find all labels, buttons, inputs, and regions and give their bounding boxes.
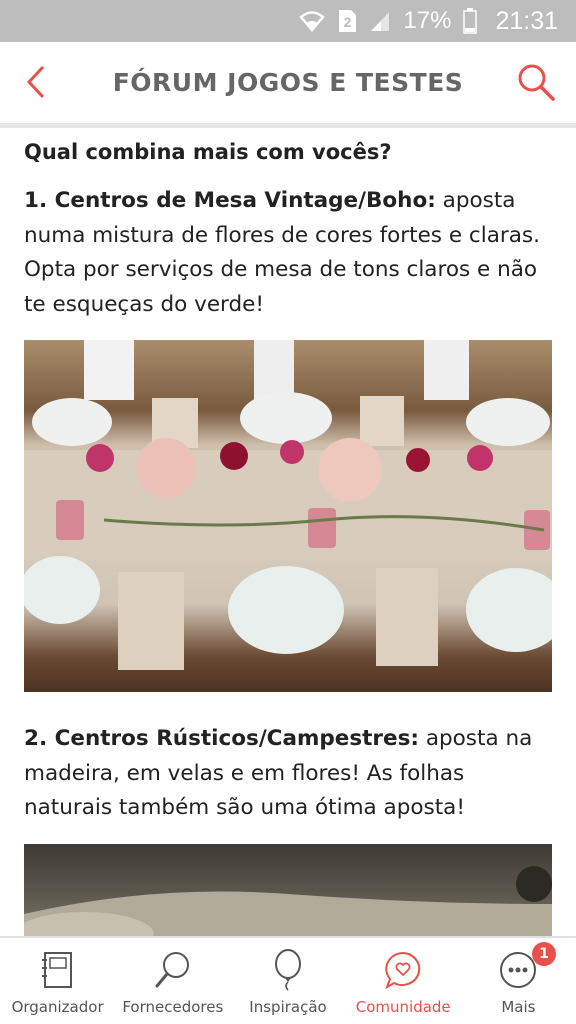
notification-badge: 1 bbox=[532, 942, 557, 966]
search-icon bbox=[151, 948, 195, 992]
back-button[interactable] bbox=[16, 62, 56, 106]
nav-fornecedores[interactable]: Fornecedores bbox=[115, 938, 230, 1024]
nav-organizador[interactable]: Organizador bbox=[0, 938, 115, 1024]
chevron-left-icon bbox=[25, 64, 47, 104]
post-question: Qual combina mais com vocês? bbox=[24, 140, 392, 164]
bottom-nav: Organizador Fornecedores Inspiração Comu… bbox=[0, 936, 576, 1024]
post-photo-vintage[interactable] bbox=[24, 340, 552, 692]
svg-text:2: 2 bbox=[344, 14, 352, 30]
clock: 21:31 bbox=[495, 6, 558, 35]
chat-heart-icon bbox=[381, 948, 425, 992]
search-button[interactable] bbox=[514, 62, 558, 106]
nav-mais[interactable]: 1 Mais bbox=[461, 938, 576, 1024]
nav-label: Inspiração bbox=[249, 998, 327, 1016]
post-item-heading: 1. Centros de Mesa Vintage/Boho: bbox=[24, 188, 436, 213]
post-item-2: 2. Centros Rústicos/Campestres: aposta n… bbox=[24, 722, 554, 826]
table-photo bbox=[24, 340, 552, 670]
nav-label: Comunidade bbox=[355, 998, 451, 1016]
battery-icon bbox=[463, 8, 478, 34]
signal-icon bbox=[369, 10, 391, 32]
nav-label: Fornecedores bbox=[122, 998, 224, 1016]
notebook-icon bbox=[36, 948, 80, 992]
page-title: FÓRUM JOGOS E TESTES bbox=[112, 68, 464, 97]
wifi-icon bbox=[299, 10, 326, 32]
nav-label: Mais bbox=[501, 998, 536, 1016]
post-content: Qual combina mais com vocês? 1. Centros … bbox=[24, 140, 554, 964]
post-item-1: 1. Centros de Mesa Vintage/Boho: aposta … bbox=[24, 184, 554, 322]
status-bar: 2 17% 21:31 bbox=[0, 0, 576, 42]
sim-icon: 2 bbox=[337, 9, 357, 33]
battery-percent: 17% bbox=[403, 7, 452, 34]
nav-label: Organizador bbox=[11, 998, 104, 1016]
nav-inspiracao[interactable]: Inspiração bbox=[230, 938, 345, 1024]
post-item-heading: 2. Centros Rústicos/Campestres: bbox=[24, 726, 419, 751]
nav-comunidade[interactable]: Comunidade bbox=[346, 938, 461, 1024]
app-header: FÓRUM JOGOS E TESTES bbox=[0, 42, 576, 128]
balloon-icon bbox=[266, 948, 310, 992]
search-icon bbox=[516, 62, 556, 106]
